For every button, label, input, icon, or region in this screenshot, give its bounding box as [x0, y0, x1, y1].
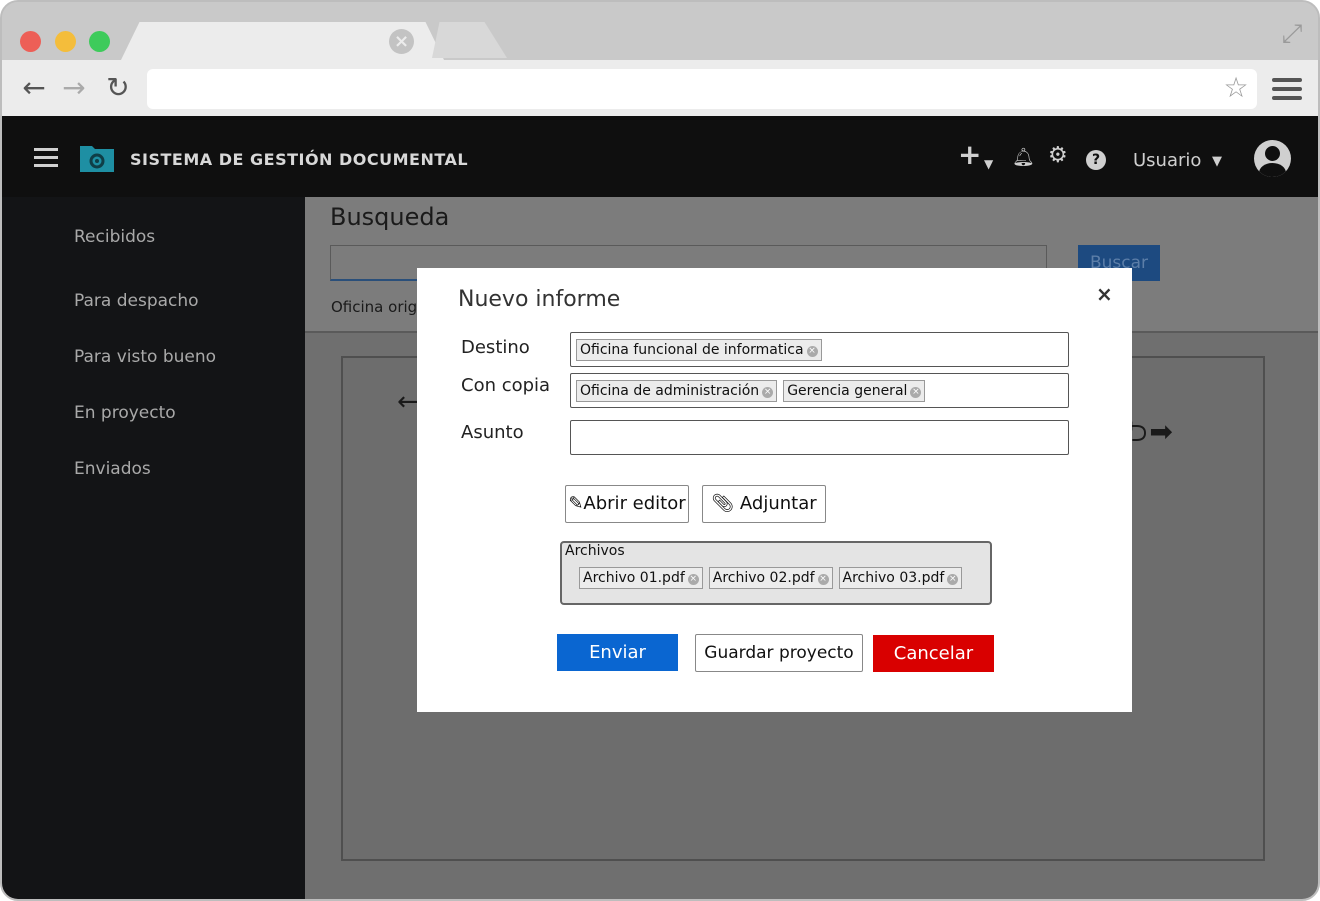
- sidebar-item-para-despacho[interactable]: Para despacho: [74, 291, 199, 311]
- destino-tag[interactable]: Oficina funcional de informatica ×: [576, 339, 822, 361]
- bell-icon[interactable]: 🔔︎: [1012, 146, 1035, 170]
- remove-file-icon[interactable]: ×: [947, 574, 959, 585]
- browser-menu-icon[interactable]: [1272, 78, 1302, 104]
- avatar[interactable]: [1254, 140, 1291, 177]
- modal-title: Nuevo informe: [458, 287, 621, 312]
- file-tag[interactable]: Archivo 01.pdf ×: [579, 567, 703, 589]
- con-copia-label: Con copia: [461, 375, 551, 396]
- app-logo-icon: [80, 146, 114, 172]
- fullscreen-icon[interactable]: ⤢: [1276, 18, 1308, 50]
- tab-close-icon[interactable]: ×: [389, 29, 414, 54]
- help-icon[interactable]: ?: [1086, 150, 1106, 170]
- attachments-list: Archivo 01.pdf × Archivo 02.pdf × Archivo 03…: [579, 567, 968, 589]
- remove-file-icon[interactable]: ×: [817, 574, 829, 585]
- close-window-button[interactable]: [20, 31, 41, 52]
- remove-file-icon[interactable]: ×: [687, 574, 699, 585]
- attach-button[interactable]: 📎︎ Adjuntar: [702, 485, 826, 523]
- user-menu-label[interactable]: Usuario: [1133, 150, 1201, 171]
- hamburger-menu-icon[interactable]: [34, 148, 58, 168]
- asunto-label: Asunto: [461, 422, 524, 443]
- pencil-icon: ✎: [568, 493, 584, 514]
- minimize-window-button[interactable]: [55, 31, 76, 52]
- app-header: SISTEMA DE GESTIÓN DOCUMENTAL + ▼ 🔔︎ ⚙ ?…: [2, 116, 1318, 197]
- sidebar-item-enviados[interactable]: Enviados: [74, 459, 151, 479]
- paperclip-icon: 📎︎: [711, 493, 740, 514]
- file-tag[interactable]: Archivo 02.pdf ×: [708, 567, 833, 589]
- user-chevron-down-icon[interactable]: ▼: [1212, 154, 1222, 169]
- arrow-left-icon[interactable]: ←: [397, 387, 419, 417]
- maximize-window-button[interactable]: [89, 31, 110, 52]
- office-filter-label: Oficina orig: [331, 298, 418, 316]
- sidebar-item-en-proyecto[interactable]: En proyecto: [74, 403, 176, 423]
- reload-icon[interactable]: ↻: [102, 72, 134, 104]
- remove-tag-icon[interactable]: ×: [910, 387, 922, 398]
- sidebar: Recibidos Para despacho Para visto bueno…: [2, 197, 305, 899]
- remove-tag-icon[interactable]: ×: [806, 346, 818, 357]
- con-copia-field[interactable]: Oficina de administración × Gerencia gener…: [570, 373, 1069, 408]
- send-button[interactable]: Enviar: [557, 634, 678, 671]
- con-copia-tag[interactable]: Oficina de administración ×: [576, 380, 778, 402]
- save-project-button[interactable]: Guardar proyecto: [695, 634, 863, 672]
- destino-label: Destino: [461, 337, 530, 358]
- destino-field[interactable]: Oficina funcional de informatica ×: [570, 332, 1069, 367]
- cancel-button[interactable]: Cancelar: [873, 635, 994, 672]
- file-tag[interactable]: Archivo 03.pdf ×: [838, 567, 963, 589]
- app-title: SISTEMA DE GESTIÓN DOCUMENTAL: [130, 150, 469, 169]
- con-copia-tag[interactable]: Gerencia general ×: [783, 380, 926, 402]
- browser-toolbar: ← → ↻ ☆: [2, 60, 1318, 116]
- close-icon[interactable]: ×: [1096, 282, 1113, 306]
- page-title: Busqueda: [330, 203, 450, 231]
- attachments-label: Archivos: [565, 543, 625, 559]
- chevron-down-icon[interactable]: ▼: [984, 152, 993, 176]
- browser-window: × ⤢ ← → ↻ ☆ SISTEMA DE GESTIÓN DOCUMENTA…: [0, 0, 1320, 901]
- asunto-field[interactable]: [570, 420, 1069, 455]
- sidebar-item-para-visto-bueno[interactable]: Para visto bueno: [74, 347, 216, 367]
- open-editor-button[interactable]: ✎Abrir editor: [565, 485, 689, 523]
- bookmark-star-icon[interactable]: ☆: [1220, 72, 1252, 104]
- forward-arrow-icon[interactable]: →: [58, 72, 90, 104]
- browser-tab-new[interactable]: [432, 22, 507, 58]
- gear-icon[interactable]: ⚙: [1048, 144, 1068, 168]
- attachments-box: Archivos Archivo 01.pdf × Archivo 02.pdf × A…: [560, 541, 992, 605]
- new-report-modal: Nuevo informe × Destino Oficina funciona…: [417, 268, 1132, 712]
- plus-icon[interactable]: +: [958, 141, 981, 169]
- reply-forward-icons[interactable]: ⮌➡: [1125, 411, 1175, 459]
- back-arrow-icon[interactable]: ←: [18, 72, 50, 104]
- browser-titlebar: × ⤢: [2, 2, 1318, 62]
- address-bar[interactable]: [147, 69, 1257, 109]
- sidebar-item-recibidos[interactable]: Recibidos: [74, 227, 155, 247]
- remove-tag-icon[interactable]: ×: [762, 387, 774, 398]
